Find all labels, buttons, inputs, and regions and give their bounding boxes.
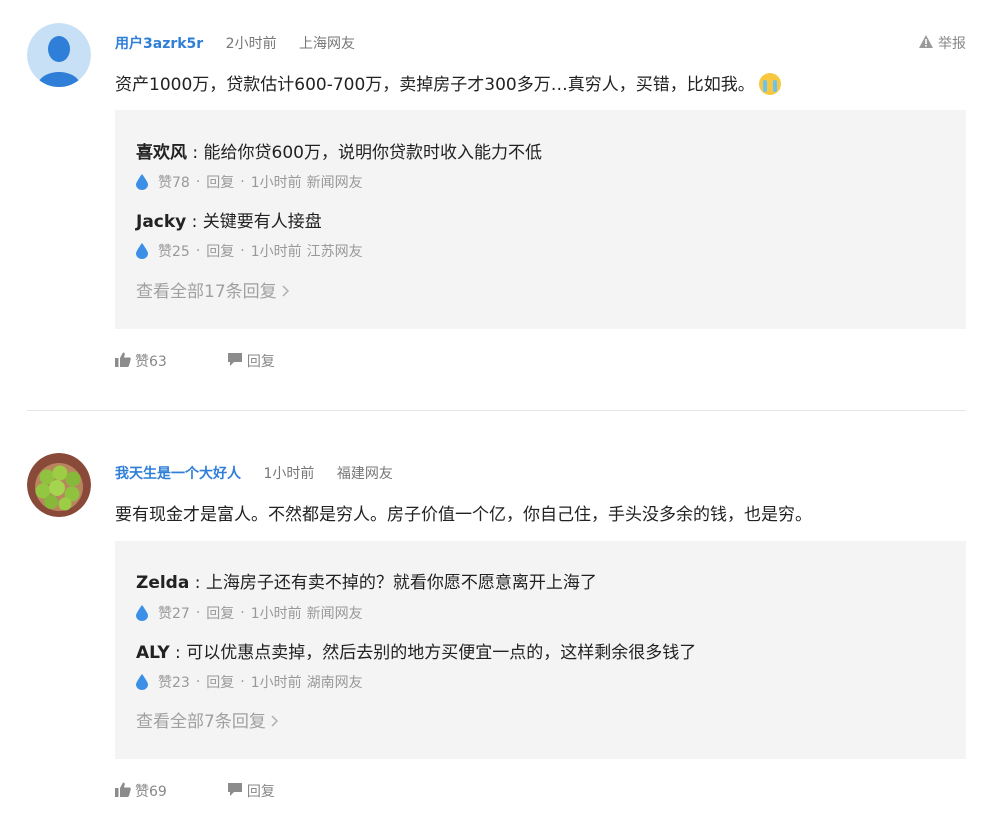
reply-location: 新闻网友 [306, 175, 363, 191]
reply-label: 回复 [246, 354, 275, 370]
reply-location: 江苏网友 [306, 244, 363, 260]
reply-item: Jacky : 关键要有人接盘 [136, 207, 322, 232]
reply-button[interactable]: 回复 [206, 172, 234, 192]
reply-meta: 赞23 · 回复 · 1小时前 湖南网友 [136, 672, 363, 692]
report-button[interactable]: 举报 [918, 33, 966, 53]
reply-likes[interactable]: 赞78 [158, 172, 190, 192]
comment-text-content: 资产1000万，贷款估计600-700万，卖掉房子才300多万…真穷人，买错，比… [115, 75, 755, 95]
view-all-replies-link[interactable]: 查看全部7条回复 [136, 707, 279, 732]
like-count: 赞69 [135, 784, 167, 800]
reply-button[interactable]: 回复 [227, 781, 275, 801]
comment-item: 我天生是一个大好人 1小时前 福建网友 要有现金才是富人。不然都是穷人。房子价值… [0, 430, 1000, 828]
reply-time: 1小时前 [250, 675, 302, 691]
comment-actions: 赞69 回复 [115, 781, 275, 801]
reply-text: : 能给你贷600万，说明你贷款时收入能力不低 [187, 143, 542, 163]
comment-time: 1小时前 [263, 466, 315, 482]
reply-likes[interactable]: 赞23 [158, 672, 190, 692]
reply-likes[interactable]: 赞27 [158, 603, 190, 623]
reply-button[interactable]: 回复 [206, 603, 234, 623]
comment-time: 2小时前 [225, 36, 277, 52]
reply-button[interactable]: 回复 [227, 351, 275, 371]
comment-feed: 用户3azrk5r 2小时前 上海网友 举报 资产1000万，贷款估计600-7… [0, 0, 1000, 828]
reply-button[interactable]: 回复 [206, 241, 234, 261]
comment-item: 用户3azrk5r 2小时前 上海网友 举报 资产1000万，贷款估计600-7… [0, 0, 1000, 405]
chat-bubble-icon [227, 782, 243, 801]
report-label: 举报 [938, 36, 966, 52]
comment-actions: 赞63 回复 [115, 351, 275, 371]
view-all-replies-label: 查看全部7条回复 [136, 712, 266, 732]
crying-emoji-icon [758, 73, 781, 95]
username[interactable]: 用户3azrk5r [115, 36, 203, 52]
thumbs-up-icon [115, 782, 131, 801]
chevron-right-icon [282, 282, 290, 302]
reply-author[interactable]: ALY [136, 643, 170, 663]
view-all-replies-link[interactable]: 查看全部17条回复 [136, 277, 290, 302]
reply-location: 湖南网友 [306, 675, 363, 691]
like-count: 赞63 [135, 354, 167, 370]
comment-text: 要有现金才是富人。不然都是穷人。房子价值一个亿，你自己住，手头没多余的钱，也是穷… [115, 505, 812, 525]
divider [27, 410, 966, 411]
comment-text: 资产1000万，贷款估计600-700万，卖掉房子才300多万…真穷人，买错，比… [115, 70, 781, 95]
reply-meta: 赞27 · 回复 · 1小时前 新闻网友 [136, 603, 363, 623]
reply-time: 1小时前 [250, 175, 302, 191]
reply-text: : 关键要有人接盘 [186, 212, 322, 232]
reply-author[interactable]: Jacky [136, 212, 186, 232]
comment-location: 福建网友 [336, 466, 393, 482]
reply-text: : 上海房子还有卖不掉的？就看你愿不愿意离开上海了 [189, 573, 597, 593]
comment-meta: 我天生是一个大好人 1小时前 福建网友 [115, 463, 411, 483]
water-drop-icon[interactable] [136, 674, 148, 690]
comment-meta: 用户3azrk5r 2小时前 上海网友 [115, 33, 373, 53]
reply-time: 1小时前 [250, 606, 302, 622]
reply-author[interactable]: 喜欢风 [136, 143, 187, 163]
reply-text: : 可以优惠点卖掉，然后去别的地方买便宜一点的，这样剩余很多钱了 [169, 643, 697, 663]
water-drop-icon[interactable] [136, 174, 148, 190]
reply-meta: 赞25 · 回复 · 1小时前 江苏网友 [136, 241, 363, 261]
default-avatar-icon[interactable] [27, 23, 91, 87]
reply-item: Zelda : 上海房子还有卖不掉的？就看你愿不愿意离开上海了 [136, 568, 597, 593]
reply-button[interactable]: 回复 [206, 672, 234, 692]
thumbs-up-icon [115, 352, 131, 371]
reply-author[interactable]: Zelda [136, 573, 189, 593]
reply-location: 新闻网友 [306, 606, 363, 622]
like-button[interactable]: 赞69 [115, 781, 167, 801]
like-button[interactable]: 赞63 [115, 351, 167, 371]
avatar[interactable] [27, 453, 91, 517]
reply-label: 回复 [246, 784, 275, 800]
comment-location: 上海网友 [299, 36, 356, 52]
reply-item: ALY : 可以优惠点卖掉，然后去别的地方买便宜一点的，这样剩余很多钱了 [136, 638, 696, 663]
water-drop-icon[interactable] [136, 605, 148, 621]
reply-time: 1小时前 [250, 244, 302, 260]
reply-item: 喜欢风 : 能给你贷600万，说明你贷款时收入能力不低 [136, 138, 542, 163]
reply-likes[interactable]: 赞25 [158, 241, 190, 261]
reply-meta: 赞78 · 回复 · 1小时前 新闻网友 [136, 172, 363, 192]
warning-icon [918, 34, 934, 53]
chevron-right-icon [271, 712, 279, 732]
chat-bubble-icon [227, 352, 243, 371]
username[interactable]: 我天生是一个大好人 [115, 466, 241, 482]
reply-box: 喜欢风 : 能给你贷600万，说明你贷款时收入能力不低 赞78 · 回复 · 1… [115, 110, 966, 329]
view-all-replies-label: 查看全部17条回复 [136, 282, 277, 302]
reply-box: Zelda : 上海房子还有卖不掉的？就看你愿不愿意离开上海了 赞27 · 回复… [115, 541, 966, 759]
water-drop-icon[interactable] [136, 243, 148, 259]
